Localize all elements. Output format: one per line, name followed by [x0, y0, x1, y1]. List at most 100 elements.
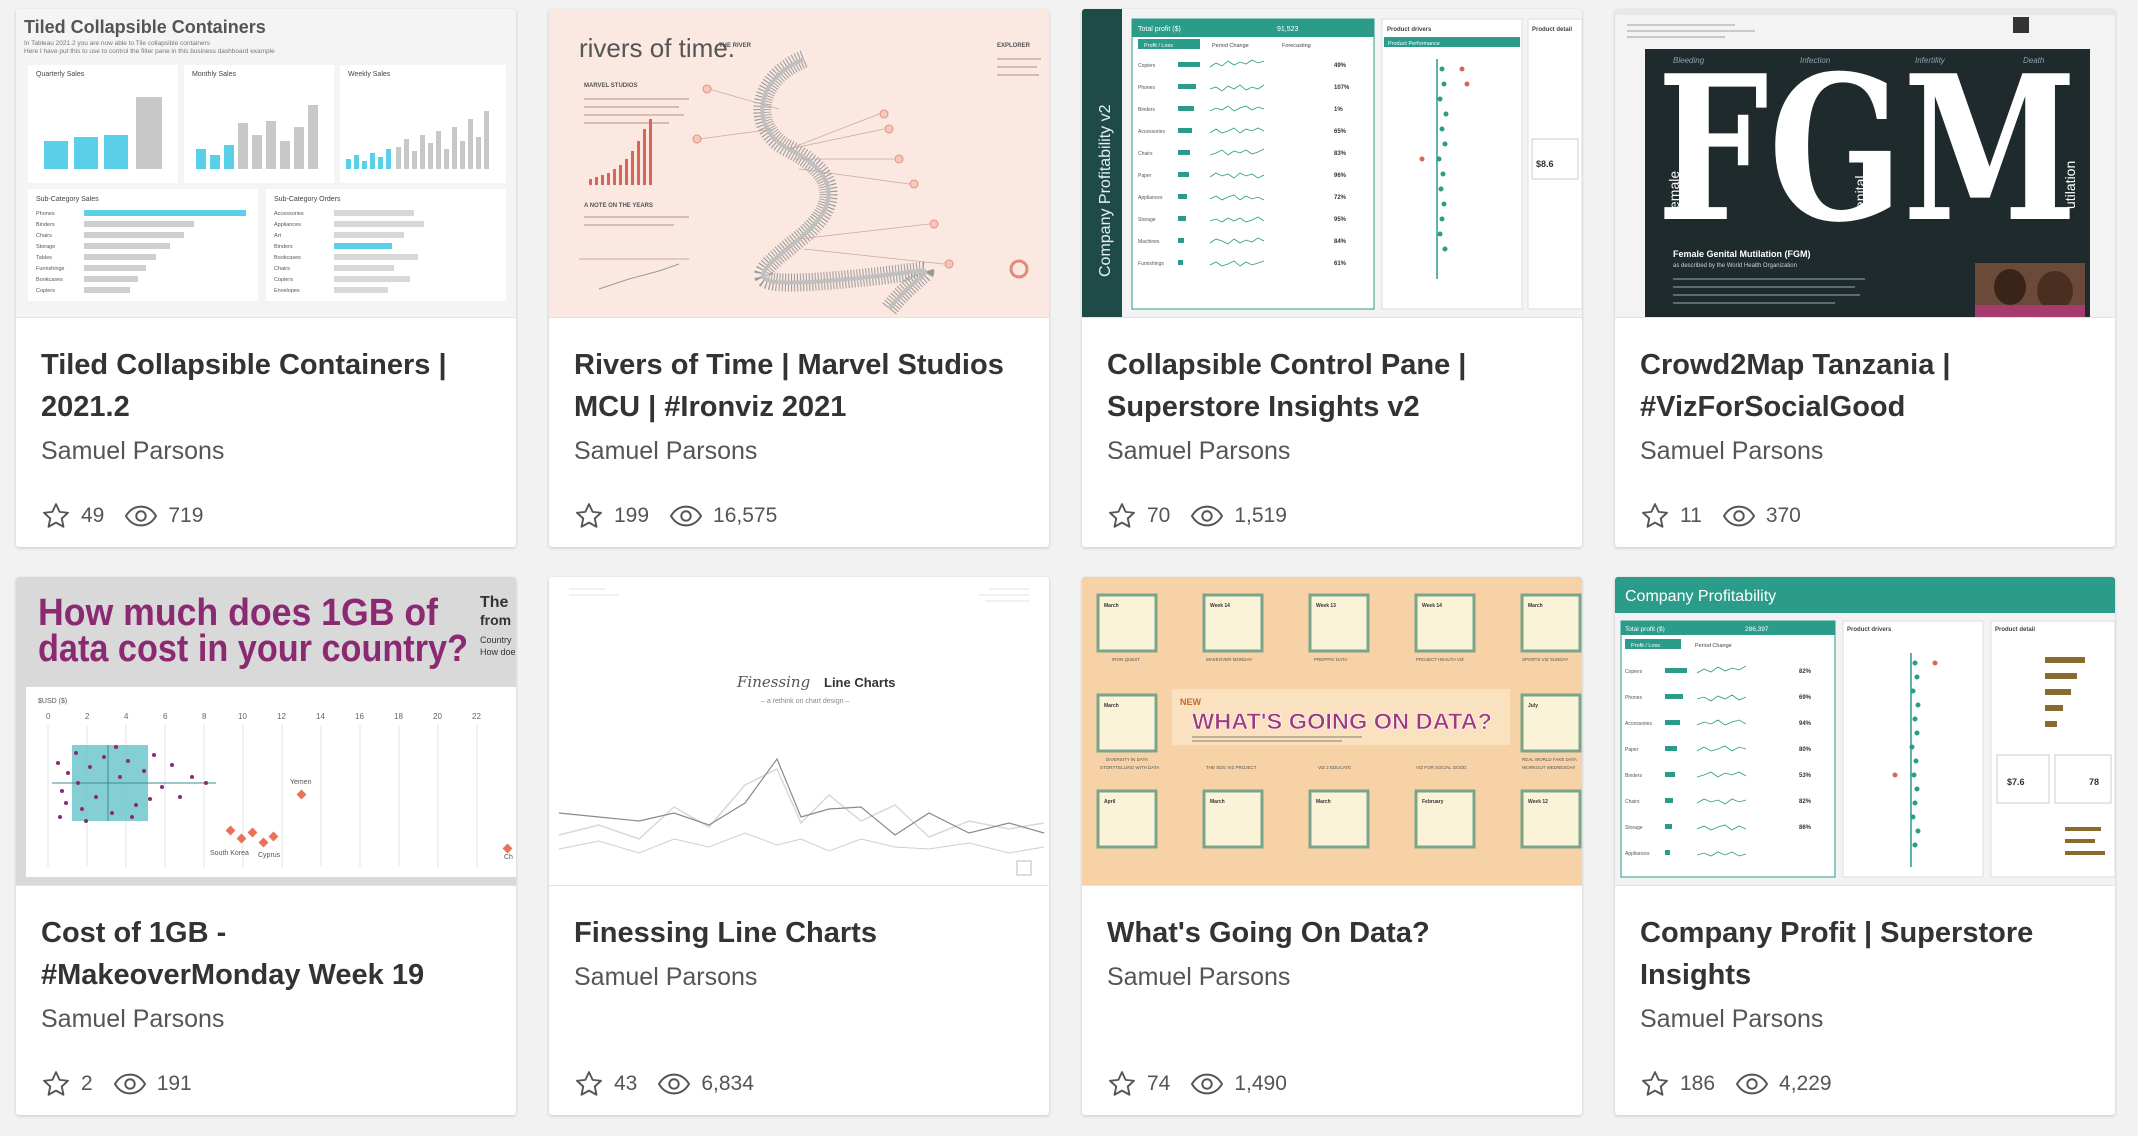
thumb-text: 69% — [1799, 695, 1812, 701]
eye-icon — [1722, 505, 1755, 527]
author-name[interactable]: Samuel Parsons — [1640, 1004, 2090, 1034]
thumb-text: Chairs — [36, 233, 52, 239]
favorite-count[interactable]: 74 — [1107, 1069, 1170, 1099]
favorite-count[interactable]: 11 — [1640, 501, 1702, 531]
view-count: 16,575 — [669, 503, 777, 529]
favorite-count[interactable]: 2 — [41, 1069, 93, 1099]
thumb-title: FGM — [1657, 32, 2077, 267]
author-name[interactable]: Samuel Parsons — [1107, 962, 1557, 992]
thumb-text: 65% — [1334, 129, 1347, 135]
star-outline-icon[interactable] — [574, 1069, 604, 1099]
star-outline-icon[interactable] — [1640, 501, 1670, 531]
thumb-text: Binders — [274, 244, 293, 250]
thumb-text: Accessories — [1138, 129, 1165, 135]
workbook-card[interactable]: How much does 1GB of data cost in your c… — [16, 577, 516, 1115]
thumb-text: Here I have put this to use to control t… — [24, 48, 275, 55]
thumb-text: 91,523 — [1277, 26, 1299, 33]
workbook-thumbnail[interactable]: Company Profitability v2 Total profit ($… — [1082, 9, 1582, 318]
workbook-card[interactable]: Finessing Line Charts – a rethink on cha… — [549, 577, 1049, 1115]
thumb-text: as described by the World Health Organiz… — [1673, 263, 1797, 269]
thumb-text: 4 — [124, 712, 129, 721]
workbook-thumbnail[interactable]: Bleeding Infection Infertility Death FGM… — [1615, 9, 2115, 318]
favorite-count[interactable]: 186 — [1640, 1069, 1715, 1099]
thumb-text: $USD ($) — [38, 698, 67, 705]
workbook-card[interactable]: March Week 14 Week 13 Week 14 March Marc… — [1082, 577, 1582, 1115]
thumb-text: Copiers — [274, 277, 293, 283]
thumb-text: WORKOUT WEDNESDAY — [1522, 765, 1575, 770]
thumb-text: March — [1104, 703, 1119, 709]
view-count-value: 1,519 — [1234, 504, 1287, 527]
author-name[interactable]: Samuel Parsons — [574, 962, 1024, 992]
thumb-text: 82% — [1799, 669, 1812, 675]
eye-icon — [1191, 1073, 1224, 1095]
thumb-text: Sub-Category Orders — [274, 196, 341, 203]
author-name[interactable]: Samuel Parsons — [574, 436, 1024, 466]
favorite-count[interactable]: 49 — [41, 501, 104, 531]
star-outline-icon[interactable] — [41, 501, 71, 531]
favorite-count[interactable]: 199 — [574, 501, 649, 531]
thumb-text: 22 — [472, 712, 481, 721]
thumb-text: Bookcases — [36, 277, 63, 283]
star-outline-icon[interactable] — [1107, 1069, 1137, 1099]
workbook-title[interactable]: Finessing Line Charts — [574, 912, 1024, 954]
thumb-text: 10 — [238, 712, 247, 721]
thumb-text: 12 — [277, 712, 286, 721]
favorite-count[interactable]: 43 — [574, 1069, 637, 1099]
thumb-text: Machines — [1138, 239, 1160, 245]
thumb-text: MARVEL STUDIOS — [584, 83, 637, 89]
thumb-text: A NOTE ON THE YEARS — [584, 203, 653, 209]
workbook-thumbnail[interactable]: rivers of time. MARVEL STUDIOS A NOTE ON… — [549, 9, 1049, 318]
thumb-text: Sub-Category Sales — [36, 196, 99, 203]
workbook-card[interactable]: Company Profitability Total profit ($) 2… — [1615, 577, 2115, 1115]
workbook-title[interactable]: What's Going On Data? — [1107, 912, 1557, 954]
workbook-card[interactable]: Company Profitability v2 Total profit ($… — [1082, 9, 1582, 547]
star-outline-icon[interactable] — [1640, 1069, 1670, 1099]
workbook-title[interactable]: Cost of 1GB - #MakeoverMonday Week 19 20… — [41, 912, 491, 996]
thumb-text: 16 — [355, 712, 364, 721]
view-count: 6,834 — [657, 1071, 754, 1097]
author-name[interactable]: Samuel Parsons — [41, 1004, 491, 1034]
star-outline-icon[interactable] — [574, 501, 604, 531]
favorite-count[interactable]: 70 — [1107, 501, 1170, 531]
workbook-thumbnail[interactable]: March Week 14 Week 13 Week 14 March Marc… — [1082, 577, 1582, 886]
thumb-text: February — [1422, 799, 1444, 805]
star-outline-icon[interactable] — [41, 1069, 71, 1099]
card-stats: 43 6,834 — [574, 1069, 774, 1099]
thumb-text: Furnishings — [36, 266, 65, 272]
workbook-thumbnail[interactable]: Tiled Collapsible Containers In Tableau … — [16, 9, 516, 318]
workbook-title[interactable]: Company Profit | Superstore Insights — [1640, 912, 2090, 996]
thumb-text: Copiers — [1625, 669, 1643, 675]
thumb-text: Accessories — [274, 211, 304, 217]
thumb-text: Appliances — [274, 222, 301, 228]
thumb-text: STORYTELLING WITH DATA — [1100, 765, 1159, 770]
workbook-title[interactable]: Collapsible Control Pane | Superstore In… — [1107, 344, 1557, 428]
workbook-title[interactable]: Tiled Collapsible Containers | 2021.2 — [41, 344, 491, 428]
workbook-thumbnail[interactable]: Finessing Line Charts – a rethink on cha… — [549, 577, 1049, 886]
workbook-card[interactable]: Tiled Collapsible Containers In Tableau … — [16, 9, 516, 547]
thumb-text: emale — [1666, 171, 1682, 209]
thumb-text: 72% — [1334, 195, 1347, 201]
thumb-text: from — [480, 612, 511, 628]
workbook-card[interactable]: Bleeding Infection Infertility Death FGM… — [1615, 9, 2115, 547]
thumb-text: Appliances — [1625, 851, 1650, 857]
thumb-text: Paper — [1138, 173, 1152, 179]
workbook-thumbnail[interactable]: Company Profitability Total profit ($) 2… — [1615, 577, 2115, 886]
thumb-text: VIZ 2 EDUCATE — [1318, 765, 1351, 770]
workbook-title[interactable]: Rivers of Time | Marvel Studios MCU | #I… — [574, 344, 1024, 428]
workbook-thumbnail[interactable]: How much does 1GB of data cost in your c… — [16, 577, 516, 886]
author-name[interactable]: Samuel Parsons — [1640, 436, 2090, 466]
thumb-text: Product detail — [1995, 627, 2035, 633]
author-name[interactable]: Samuel Parsons — [1107, 436, 1557, 466]
workbook-title[interactable]: Crowd2Map Tanzania | #VizForSocialGood — [1640, 344, 2090, 428]
thumb-text: Copiers — [1138, 63, 1156, 69]
author-name[interactable]: Samuel Parsons — [41, 436, 491, 466]
thumb-text: Storage — [1625, 825, 1643, 831]
thumb-text: $7.6 — [2007, 777, 2025, 787]
thumb-text: Product Performance — [1388, 41, 1440, 47]
workbook-card[interactable]: rivers of time. MARVEL STUDIOS A NOTE ON… — [549, 9, 1049, 547]
card-stats: 70 1,519 — [1107, 501, 1307, 531]
thumb-text: Copiers — [36, 288, 55, 294]
thumb-text: Accessories — [1625, 721, 1652, 727]
thumb-text: PROJECT HEALTH VIZ — [1416, 657, 1464, 662]
star-outline-icon[interactable] — [1107, 501, 1137, 531]
